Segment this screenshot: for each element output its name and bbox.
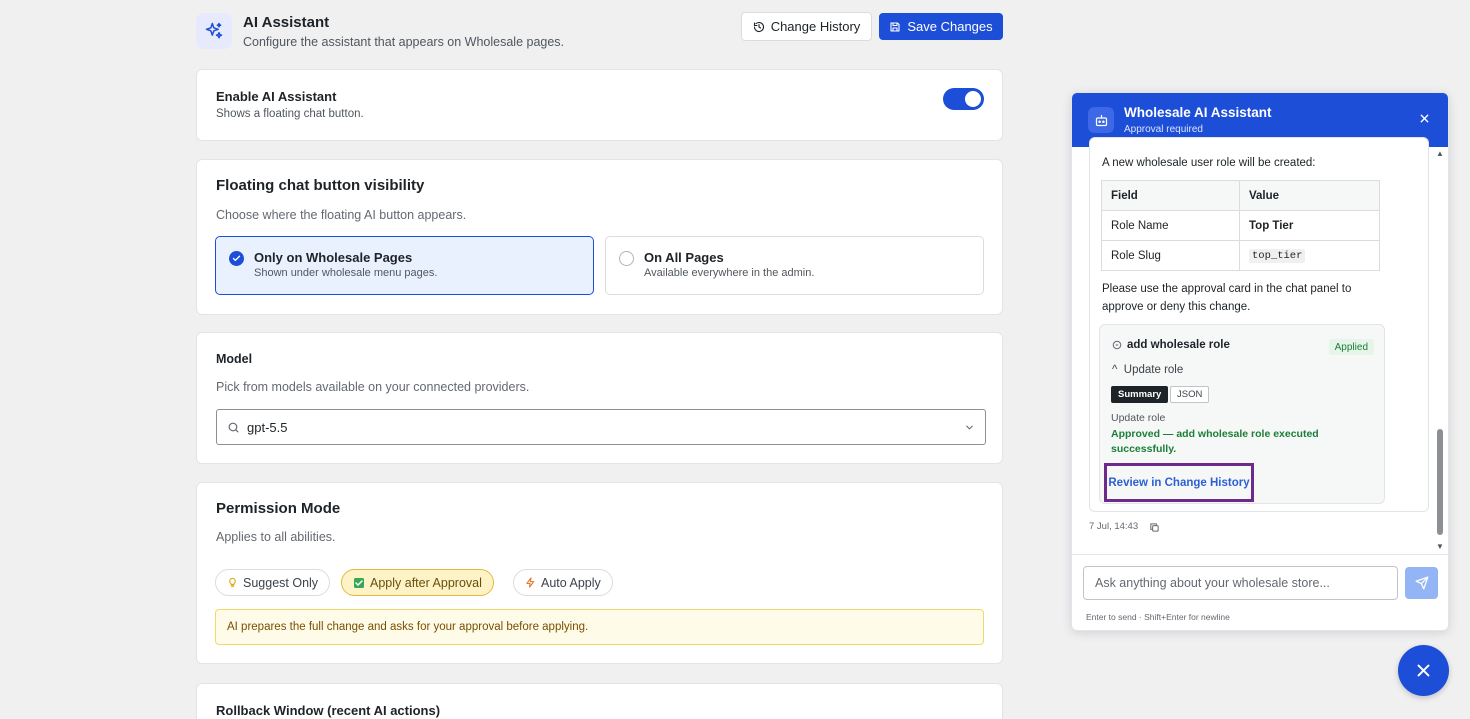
message-timestamp: 7 Jul, 14:43 — [1089, 521, 1139, 532]
visibility-description: Choose where the floating AI button appe… — [216, 208, 467, 222]
table-cell: top_tier — [1239, 240, 1380, 271]
approval-title: add wholesale role — [1127, 339, 1230, 351]
pill-label: Suggest Only — [243, 575, 319, 590]
option-description: Shown under wholesale menu pages. — [254, 267, 438, 279]
chat-panel: Wholesale AI Assistant Approval required… — [1071, 92, 1449, 631]
table-header: Field — [1101, 180, 1240, 211]
send-button[interactable] — [1405, 567, 1438, 599]
change-history-label: Change History — [770, 19, 861, 34]
approval-sub-label: Update role — [1111, 412, 1166, 424]
chevron-up-icon: ^ — [1112, 364, 1121, 376]
chat-scrollbar[interactable]: ▲ ▼ — [1435, 149, 1445, 551]
history-icon — [753, 21, 764, 32]
ai-sparkle-icon — [196, 13, 232, 49]
pill-label: Apply after Approval — [370, 575, 482, 590]
scroll-down-arrow-icon[interactable]: ▼ — [1436, 542, 1444, 551]
pill-label: Auto Apply — [541, 575, 601, 590]
enable-toggle[interactable] — [943, 88, 984, 110]
table-cell: Role Name — [1101, 210, 1240, 241]
table-header: Value — [1239, 180, 1380, 211]
rollback-title: Rollback Window (recent AI actions) — [216, 703, 441, 718]
chat-close-button[interactable] — [1416, 110, 1432, 126]
close-icon — [1417, 664, 1430, 677]
permission-card: Permission Mode Applies to all abilities… — [196, 482, 1003, 664]
permission-auto-apply[interactable]: Auto Apply — [513, 569, 613, 596]
update-role-label: Update role — [1123, 364, 1184, 376]
save-changes-label: Save Changes — [907, 19, 993, 34]
chat-input[interactable] — [1083, 566, 1398, 600]
permission-suggest-only[interactable]: Suggest Only — [215, 569, 331, 596]
save-icon — [890, 21, 900, 32]
option-title: On All Pages — [644, 250, 724, 265]
review-change-history-link[interactable]: Review in Change History — [1104, 463, 1254, 502]
rollback-card: Rollback Window (recent AI actions) — [196, 683, 1003, 719]
lightbulb-icon — [229, 577, 236, 588]
chat-fab-close-button[interactable] — [1398, 645, 1449, 696]
visibility-option-all-pages[interactable]: On All Pages Available everywhere in the… — [605, 236, 984, 295]
option-description: Available everywhere in the admin. — [644, 267, 815, 279]
scroll-thumb[interactable] — [1437, 429, 1443, 535]
model-select[interactable]: gpt-5.5 — [216, 409, 986, 445]
visibility-card: Floating chat button visibility Choose w… — [196, 159, 1003, 315]
tab-summary[interactable]: Summary — [1111, 386, 1169, 403]
save-changes-button[interactable]: Save Changes — [879, 13, 1003, 40]
model-card: Model Pick from models available on your… — [196, 332, 1003, 464]
scroll-up-arrow-icon[interactable]: ▲ — [1436, 149, 1444, 158]
search-icon — [228, 422, 239, 432]
permission-description: Applies to all abilities. — [216, 530, 336, 544]
model-description: Pick from models available on your conne… — [216, 380, 530, 394]
role-slug-code: top_tier — [1249, 249, 1306, 263]
update-role-toggle[interactable]: ^ Update role — [1112, 364, 1183, 376]
close-icon — [1420, 114, 1428, 122]
chat-input-hint: Enter to send · Shift+Enter for newline — [1086, 612, 1230, 622]
clock-icon — [1112, 340, 1122, 350]
table-cell: Role Slug — [1101, 240, 1240, 271]
table-row: Role Slug top_tier — [1101, 240, 1380, 271]
copy-icon — [1150, 523, 1159, 532]
table-header-row: Field Value — [1101, 180, 1380, 211]
enable-description: Shows a floating chat button. — [216, 108, 364, 120]
permission-title: Permission Mode — [216, 500, 341, 517]
enable-card: Enable AI Assistant Shows a floating cha… — [196, 69, 1003, 141]
message-intro: A new wholesale user role will be create… — [1102, 157, 1316, 169]
model-select-value: gpt-5.5 — [247, 419, 288, 435]
table-cell: Top Tier — [1239, 210, 1380, 241]
message-note: Please use the approval card in the chat… — [1102, 283, 1352, 313]
change-history-button[interactable]: Change History — [741, 12, 872, 41]
radio-unchecked-icon — [619, 251, 634, 266]
permission-apply-after-approval[interactable]: Apply after Approval — [341, 569, 494, 596]
visibility-option-wholesale[interactable]: Only on Wholesale Pages Shown under whol… — [215, 236, 594, 295]
robot-icon — [1088, 107, 1114, 133]
radio-checked-icon — [229, 251, 244, 266]
page-subtitle: Configure the assistant that appears on … — [243, 35, 565, 49]
copy-button[interactable] — [1149, 520, 1160, 538]
visibility-title: Floating chat button visibility — [216, 177, 425, 194]
chevron-down-icon — [966, 425, 973, 430]
approval-card: add wholesale role Applied ^ Update role… — [1099, 324, 1385, 504]
permission-notice: AI prepares the full change and asks for… — [215, 609, 984, 645]
send-icon — [1415, 576, 1428, 590]
assistant-message: A new wholesale user role will be create… — [1089, 137, 1429, 512]
tab-json[interactable]: JSON — [1170, 386, 1210, 403]
chat-subtitle: Approval required — [1124, 124, 1203, 135]
approval-result: Approved — add wholesale role executed s… — [1111, 428, 1319, 455]
page-title: AI Assistant — [243, 14, 330, 31]
option-title: Only on Wholesale Pages — [254, 250, 413, 265]
chat-title: Wholesale AI Assistant — [1124, 105, 1272, 120]
enable-title: Enable AI Assistant — [216, 89, 337, 104]
checkbox-icon — [354, 577, 364, 588]
status-badge: Applied — [1328, 339, 1374, 355]
chat-divider — [1072, 554, 1448, 555]
model-title: Model — [216, 352, 253, 366]
role-table: Field Value Role Name Top Tier Role Slug… — [1101, 180, 1380, 271]
table-row: Role Name Top Tier — [1101, 210, 1380, 241]
bolt-icon — [526, 577, 535, 588]
